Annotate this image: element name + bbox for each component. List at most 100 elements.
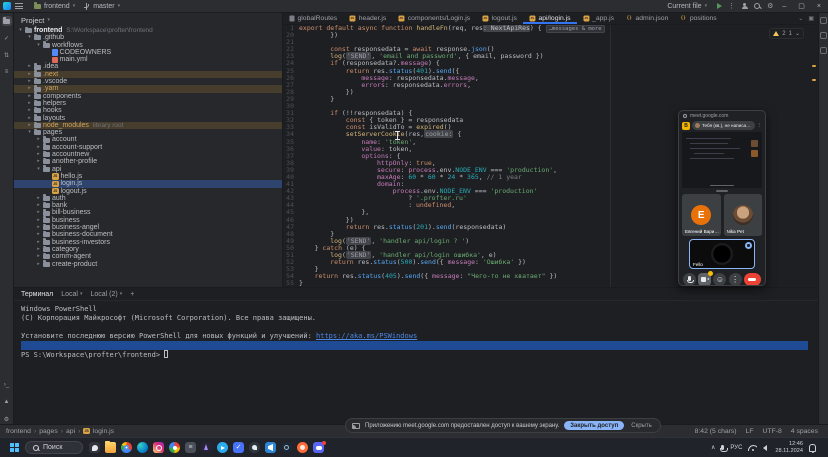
tree-item-logout.js[interactable]: logout.js [14, 188, 282, 195]
new-terminal-icon[interactable]: + [130, 291, 134, 298]
terminal-link[interactable]: https://aka.ms/PSWindows [316, 332, 417, 340]
tree-item-.vscode[interactable]: ▸.vscode [14, 78, 282, 85]
breadcrumb-item[interactable]: pages [39, 428, 58, 435]
screen-share-preview[interactable] [682, 132, 762, 188]
steam-icon[interactable] [281, 442, 292, 453]
tree-item-CODEOWNERS[interactable]: CODEOWNERS [14, 49, 282, 56]
meet-window[interactable]: meet.google.com B Тебя (кв.), не написал… [678, 110, 766, 286]
tray-microphone-icon[interactable] [721, 445, 724, 450]
settings-gear-icon[interactable]: ⚙ [767, 3, 773, 10]
editor-tab-components/Login.js[interactable]: components/Login.js [392, 13, 476, 24]
search-everywhere-icon[interactable] [754, 3, 761, 10]
tree-item-business[interactable]: ▸business [14, 217, 282, 224]
more-actions-icon[interactable]: ⋮ [728, 3, 735, 10]
ticktick-icon[interactable] [233, 442, 244, 453]
tree-item-another-profile[interactable]: ▸another-profile [14, 158, 282, 165]
project-panel-header[interactable]: Project ▾ [14, 13, 282, 27]
code-line[interactable]: 28}) [283, 89, 818, 96]
editor-scrollbar[interactable] [810, 27, 818, 287]
editor-tab-globalRoutes[interactable]: globalRoutes [283, 13, 343, 24]
tree-item-comm-agent[interactable]: ▸comm-agent [14, 253, 282, 260]
mic-button[interactable] [683, 273, 696, 286]
tree-item-business-angel[interactable]: ▸business-angel [14, 224, 282, 231]
code-line[interactable]: 27errors: responsedata.errors, [283, 82, 818, 89]
inspection-widget[interactable]: 2 1 ⌄ [769, 28, 804, 39]
maximize-button[interactable]: ▢ [795, 2, 808, 10]
tree-item-bill-business[interactable]: ▸bill-business [14, 209, 282, 216]
tree-item-node_modules[interactable]: ▸node_modules library root [14, 122, 282, 129]
structure-tool-icon[interactable]: ≡ [2, 67, 12, 77]
minimize-button[interactable]: – [779, 3, 789, 10]
start-button[interactable] [10, 443, 19, 452]
keyboard-layout[interactable]: РУС [730, 445, 742, 451]
editor-tab-header.js[interactable]: header.js [343, 13, 392, 24]
user-account-icon[interactable] [741, 3, 748, 10]
run-config-selector[interactable]: Current file ▾ [663, 2, 711, 11]
more-vert-icon[interactable]: ⋮ [757, 123, 763, 129]
scrollbar-warning-mark[interactable] [812, 65, 816, 67]
notes-icon[interactable] [185, 442, 196, 453]
postman-icon[interactable] [297, 442, 308, 453]
reactions-button[interactable] [713, 273, 726, 286]
tree-item-auth[interactable]: ▸auth [14, 195, 282, 202]
code-line[interactable]: 29} [283, 96, 818, 103]
terminal-output[interactable]: Windows PowerShell(C) Корпорация Майкрос… [14, 301, 818, 359]
pull-requests-tool-icon[interactable]: ⇅ [2, 50, 12, 60]
terminal-tab-local-2[interactable]: Local (2) ▾ [91, 291, 123, 298]
scrollbar-warning-mark[interactable] [812, 79, 816, 81]
main-menu-icon[interactable] [15, 3, 23, 9]
tree-item-create-product[interactable]: ▸create-product [14, 261, 282, 268]
tree-item-frontend[interactable]: ▾frontend S:\Workspace\profter\frontend [14, 27, 282, 34]
hide-banner-button[interactable]: Скрыть [629, 423, 653, 429]
editor-tab-positions[interactable]: positions [674, 13, 722, 24]
status-widget[interactable]: 4 spaces [791, 428, 818, 435]
notifications-tool-icon[interactable] [820, 17, 827, 24]
explorer-icon[interactable] [105, 442, 116, 453]
chevron-down-icon[interactable]: ⌄ [795, 30, 800, 37]
tree-item-business-investors[interactable]: ▸business-investors [14, 239, 282, 246]
status-widget[interactable]: 8:42 (5 chars) [695, 428, 737, 435]
stop-sharing-button[interactable]: Закрыть доступ [564, 421, 624, 430]
code-line[interactable]: 1export default async function handleFn(… [283, 25, 818, 32]
tree-item-accountnew[interactable]: ▸accountnew [14, 151, 282, 158]
editor-tab-admin.json[interactable]: admin.json [620, 13, 674, 24]
commit-tool-icon[interactable]: ✓ [2, 33, 12, 43]
tree-item-.github[interactable]: ▾.github [14, 34, 282, 41]
hidden-tabs-icon[interactable]: ⌄ [798, 15, 803, 22]
more-button[interactable] [729, 273, 742, 286]
tree-item-category[interactable]: ▸category [14, 246, 282, 253]
instagram-icon[interactable] [153, 442, 164, 453]
problems-tool-icon[interactable]: ▲ [2, 397, 12, 407]
services-tool-icon[interactable]: ⚙ [2, 414, 12, 424]
vcs-branch-widget[interactable]: master ▾ [79, 2, 124, 11]
tray-clock[interactable]: 12:46 28.11.2024 [775, 441, 803, 454]
terminal-tab-local[interactable]: Local ▾ [61, 291, 82, 298]
tree-item-.yarn[interactable]: ▸.yarn [14, 85, 282, 92]
telegram-icon[interactable] [217, 442, 228, 453]
tree-item-business-document[interactable]: ▸business-document [14, 231, 282, 238]
tree-item-account[interactable]: ▸account [14, 136, 282, 143]
participant-tile[interactable]: EЕвгений Вари… [682, 194, 721, 236]
end-button[interactable] [744, 273, 761, 286]
breadcrumb-item[interactable]: frontend [6, 428, 31, 435]
tree-item-hello.js[interactable]: hello.js [14, 173, 282, 180]
wifi-icon[interactable] [748, 444, 757, 451]
tree-item-main.yml[interactable]: main.yml [14, 56, 282, 63]
tree-item-hooks[interactable]: ▸hooks [14, 107, 282, 114]
project-widget[interactable]: frontend ▾ [30, 2, 79, 11]
editor-tab-api/login.js[interactable]: api/login.js [523, 13, 577, 24]
code-line[interactable]: 20}) [283, 32, 818, 39]
photos-icon[interactable] [169, 442, 180, 453]
tree-item-login.js[interactable]: login.js [14, 180, 282, 187]
messenger-icon[interactable] [89, 442, 100, 453]
taskbar-search[interactable]: Поиск [25, 441, 83, 454]
camera-button[interactable] [698, 273, 711, 286]
meet-titlebar[interactable]: meet.google.com [679, 111, 765, 120]
hidden-icons-chevron[interactable]: ∧ [711, 444, 715, 451]
notification-pill[interactable]: Тебя (кв.), не написали м… [692, 121, 755, 130]
tree-item-layouts[interactable]: ▸layouts [14, 115, 282, 122]
split-editor-icon[interactable]: ▣ [808, 15, 814, 22]
volume-icon[interactable] [763, 445, 767, 451]
tree-item-.next[interactable]: ▸.next [14, 71, 282, 78]
terminal-tool-icon[interactable]: ›_ [2, 380, 12, 390]
